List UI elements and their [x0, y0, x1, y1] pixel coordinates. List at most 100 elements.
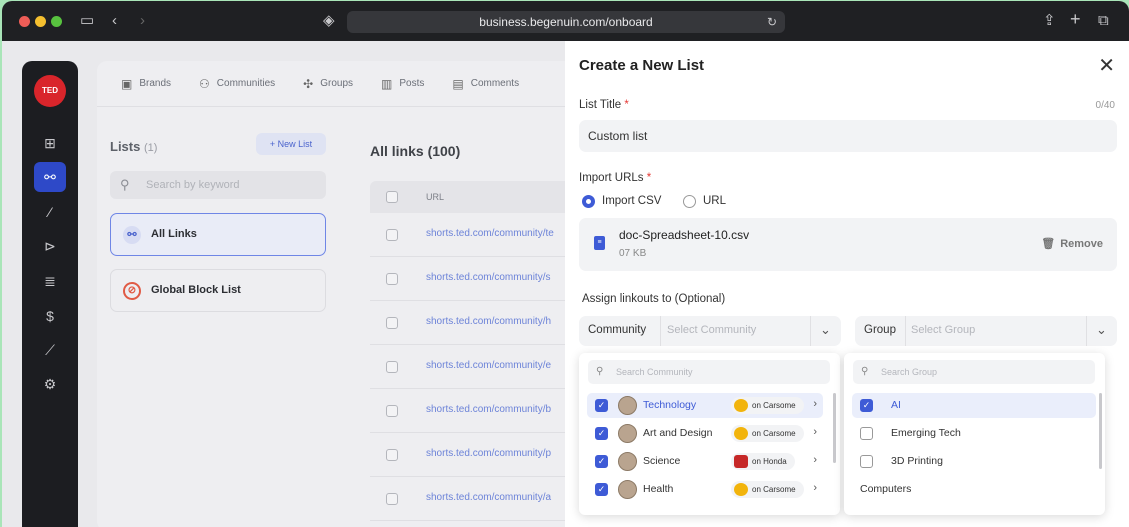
row-checkbox[interactable]: [386, 229, 398, 241]
ted-logo[interactable]: TED: [34, 75, 66, 107]
table-row[interactable]: shorts.ted.com/community/e: [370, 345, 590, 389]
row-checkbox[interactable]: [386, 273, 398, 285]
select-all-checkbox[interactable]: [386, 191, 398, 203]
community-select-label: Community: [588, 324, 647, 336]
url-radio-label[interactable]: URL: [703, 195, 726, 207]
group-option-emerging-tech[interactable]: Emerging Tech: [852, 421, 1096, 446]
group-name: 3D Printing: [891, 455, 943, 467]
chevron-right-icon[interactable]: ›: [813, 454, 817, 466]
checkbox-checked[interactable]: ✓: [595, 399, 608, 412]
checkbox[interactable]: [860, 427, 873, 440]
table-row[interactable]: shorts.ted.com/community/a: [370, 477, 590, 521]
checkbox[interactable]: [860, 455, 873, 468]
shield-icon[interactable]: ◈: [323, 12, 335, 30]
checkbox-checked[interactable]: ✓: [595, 427, 608, 440]
chevron-right-icon[interactable]: ›: [813, 482, 817, 494]
sidebar-toggle-icon[interactable]: ▭: [80, 12, 94, 30]
grid-icon[interactable]: ⊞: [34, 128, 66, 158]
tabs-overview-icon[interactable]: ⧉: [1098, 12, 1109, 30]
minimize-window-button[interactable]: [35, 16, 46, 27]
brand-badge: on Honda: [731, 453, 795, 470]
links-icon[interactable]: ⚯: [34, 162, 66, 192]
search-placeholder: Search by keyword: [146, 179, 240, 191]
share-icon[interactable]: ⇪: [1043, 12, 1056, 30]
community-option-art-and-design[interactable]: ✓ Art and Design on Carsome ›: [587, 421, 823, 446]
group-dropdown: ⚲ Search Group ✓ AI Emerging Tech 3D Pri…: [844, 353, 1105, 515]
list-item-all-links[interactable]: ⚯ All Links: [110, 213, 326, 256]
tab-posts[interactable]: ▥ Posts: [381, 77, 424, 91]
new-tab-icon[interactable]: +: [1070, 10, 1081, 28]
checkbox-checked[interactable]: ✓: [595, 455, 608, 468]
tab-groups[interactable]: ✣ Groups: [303, 77, 353, 91]
chevron-right-icon[interactable]: ›: [813, 426, 817, 438]
scrollbar[interactable]: [833, 393, 836, 463]
table-row[interactable]: shorts.ted.com/community/s: [370, 257, 590, 301]
tab-comments[interactable]: ▤ Comments: [452, 77, 519, 91]
lists-search-input[interactable]: ⚲ Search by keyword: [110, 171, 326, 199]
video-icon[interactable]: ⊳: [34, 231, 66, 261]
group-select[interactable]: Group Select Group ⌄: [855, 316, 1117, 346]
table-row[interactable]: shorts.ted.com/community/te: [370, 213, 590, 257]
assign-label: Assign linkouts to (Optional): [582, 293, 726, 305]
back-icon[interactable]: ‹: [112, 12, 117, 30]
community-select[interactable]: Community Select Community ⌄: [579, 316, 841, 346]
close-icon[interactable]: ✕: [1098, 53, 1115, 78]
url-radio[interactable]: [683, 195, 696, 208]
group-option-3d-printing[interactable]: 3D Printing: [852, 449, 1096, 474]
analytics-icon[interactable]: ⟋: [34, 335, 66, 365]
import-csv-radio[interactable]: [582, 195, 595, 208]
row-checkbox[interactable]: [386, 361, 398, 373]
tab-communities[interactable]: ⚇ Communities: [199, 77, 275, 91]
address-bar[interactable]: business.begenuin.com/onboard ↻: [347, 11, 785, 33]
list-title-input[interactable]: Custom list: [579, 120, 1117, 152]
close-window-button[interactable]: [19, 16, 30, 27]
checkbox-checked[interactable]: ✓: [860, 399, 873, 412]
row-checkbox[interactable]: [386, 405, 398, 417]
tab-label: Brands: [139, 78, 172, 89]
remove-file-button[interactable]: 🗑 Remove: [1041, 237, 1103, 250]
tab-label: Posts: [399, 78, 425, 89]
brand-badge: on Carsome: [731, 481, 804, 498]
settings-icon[interactable]: ⚙: [34, 369, 66, 399]
badge-text: on Carsome: [752, 429, 796, 438]
group-option-ai[interactable]: ✓ AI: [852, 393, 1096, 418]
table-row[interactable]: shorts.ted.com/community/b: [370, 389, 590, 433]
list-item-label: Global Block List: [151, 284, 241, 296]
scrollbar[interactable]: [1099, 393, 1102, 469]
row-checkbox[interactable]: [386, 317, 398, 329]
community-name: Science: [643, 455, 681, 467]
carsome-logo-icon: [734, 427, 748, 440]
import-urls-label: Import URLs *: [579, 172, 651, 184]
avatar: [618, 452, 637, 471]
community-option-technology[interactable]: ✓ Technology on Carsome ›: [587, 393, 823, 418]
chevron-down-icon[interactable]: ⌄: [1096, 322, 1107, 338]
community-option-health[interactable]: ✓ Health on Carsome ›: [587, 477, 823, 502]
import-csv-label[interactable]: Import CSV: [602, 195, 661, 207]
file-name: doc-Spreadsheet-10.csv: [619, 228, 750, 242]
brand-badge: on Carsome: [731, 397, 804, 414]
magic-wand-icon[interactable]: ⁄: [34, 197, 66, 227]
community-option-science[interactable]: ✓ Science on Honda ›: [587, 449, 823, 474]
table-row[interactable]: shorts.ted.com/community/p: [370, 433, 590, 477]
community-name: Technology: [643, 399, 697, 411]
row-checkbox[interactable]: [386, 493, 398, 505]
chevron-down-icon[interactable]: ⌄: [820, 322, 831, 338]
search-icon: ⚲: [596, 366, 604, 377]
dollar-icon[interactable]: $: [34, 301, 66, 331]
file-icon: ≡: [594, 236, 605, 250]
chevron-right-icon[interactable]: ›: [813, 398, 817, 410]
checkbox-checked[interactable]: ✓: [595, 483, 608, 496]
checklist-icon[interactable]: ≣: [34, 266, 66, 296]
maximize-window-button[interactable]: [51, 16, 62, 27]
carsome-logo-icon: [734, 399, 748, 412]
table-row[interactable]: shorts.ted.com/community/h: [370, 301, 590, 345]
community-search-input[interactable]: ⚲ Search Community: [588, 360, 830, 384]
forward-icon[interactable]: ›: [140, 12, 145, 30]
group-search-input[interactable]: ⚲ Search Group: [853, 360, 1095, 384]
list-title-label: List Title *: [579, 99, 629, 111]
row-checkbox[interactable]: [386, 449, 398, 461]
new-list-button[interactable]: + New List: [256, 133, 326, 155]
list-item-global-block-list[interactable]: ⊘ Global Block List: [110, 269, 326, 312]
tab-brands[interactable]: ▣ Brands: [121, 77, 171, 91]
reload-icon[interactable]: ↻: [767, 11, 777, 33]
